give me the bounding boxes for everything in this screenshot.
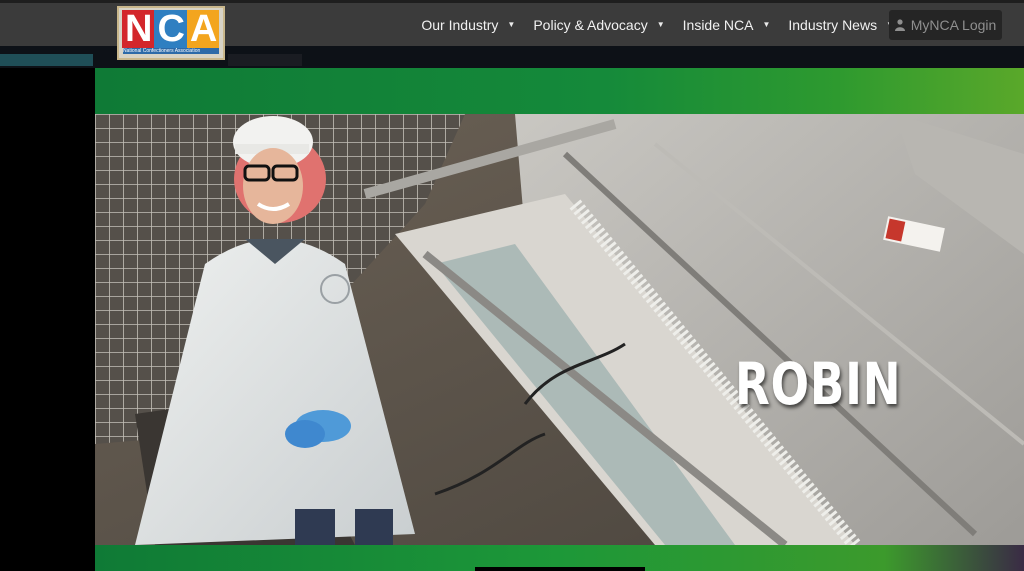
chevron-down-icon: ▼ [507, 20, 516, 29]
video-bottom-band [95, 545, 1024, 571]
nav-item-label: Inside NCA [682, 16, 754, 33]
logo-letter-n: N [122, 10, 155, 48]
nav-item-label: Industry News [788, 16, 878, 33]
mynca-login-button[interactable]: MyNCA Login [889, 10, 1002, 40]
hero-video[interactable]: ROBIN [95, 68, 1024, 571]
strip-dark-block [228, 54, 302, 66]
nca-logo[interactable]: N C A National Confectioners Association [117, 6, 225, 60]
nav-item-industry-news[interactable]: Industry News ▼ [788, 17, 894, 33]
chevron-down-icon: ▼ [762, 20, 771, 29]
nav-item-policy-advocacy[interactable]: Policy & Advocacy ▼ [533, 17, 664, 33]
factory-scene-image [95, 114, 1024, 545]
nav-item-label: Our Industry [421, 16, 499, 33]
main-nav: Our Industry ▼ Policy & Advocacy ▼ Insid… [403, 3, 894, 46]
nav-item-our-industry[interactable]: Our Industry ▼ [421, 17, 515, 33]
nav-item-label: Policy & Advocacy [533, 16, 648, 33]
logo-letters: N C A [122, 10, 220, 48]
user-icon [894, 19, 905, 31]
video-top-band [95, 68, 1024, 114]
chevron-down-icon: ▼ [656, 20, 665, 29]
strip-accent [0, 54, 93, 66]
video-progress-track[interactable] [475, 567, 645, 571]
logo-letter-a: A [186, 10, 220, 48]
video-name-overlay: ROBIN [735, 350, 902, 418]
login-label: MyNCA Login [910, 17, 997, 33]
nav-item-inside-nca[interactable]: Inside NCA ▼ [683, 17, 771, 33]
logo-tagline: National Confectioners Association [123, 48, 219, 54]
logo-letter-c: C [154, 10, 187, 48]
